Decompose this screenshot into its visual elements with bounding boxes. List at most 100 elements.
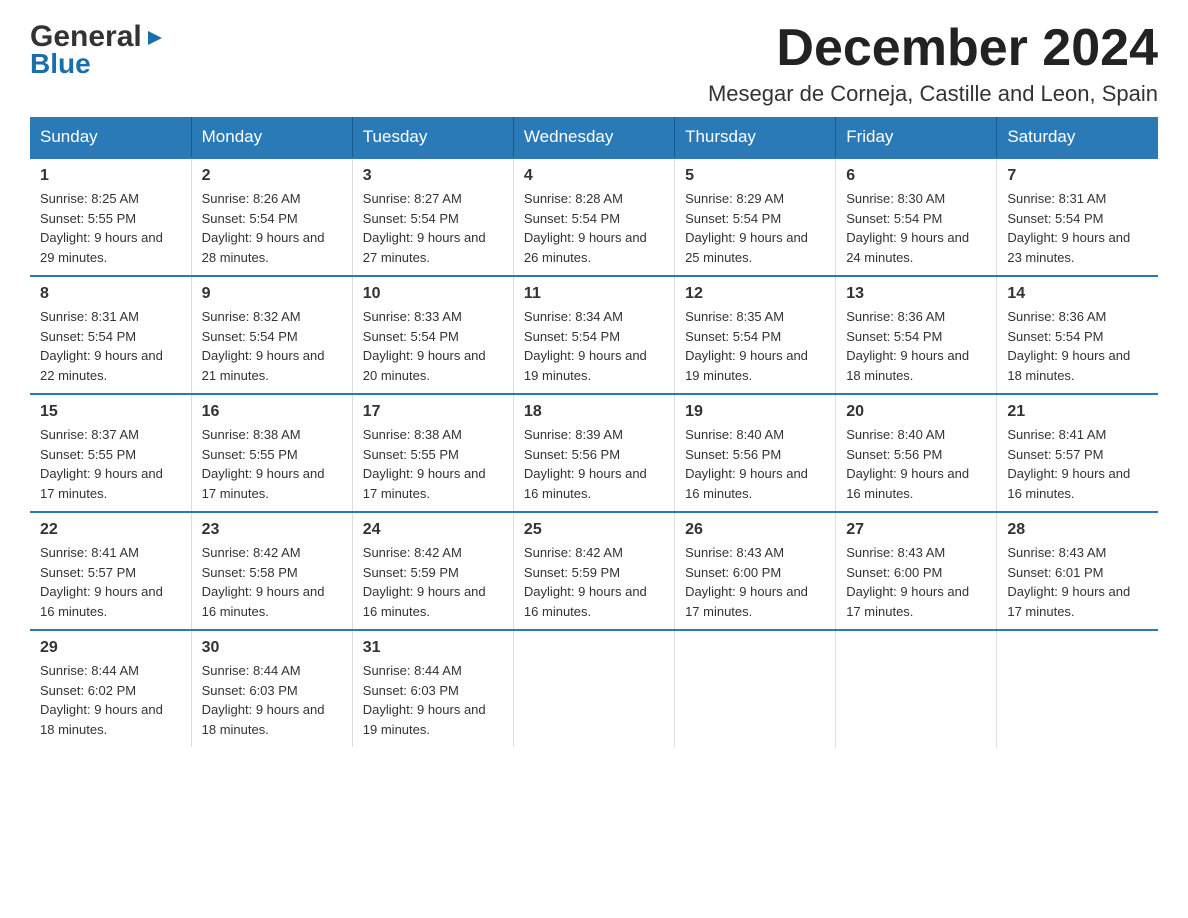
calendar-cell: 13 Sunrise: 8:36 AMSunset: 5:54 PMDayligh… (836, 276, 997, 394)
day-number: 19 (685, 403, 825, 421)
day-number: 2 (202, 167, 342, 185)
calendar-cell: 14 Sunrise: 8:36 AMSunset: 5:54 PMDayligh… (997, 276, 1158, 394)
day-info: Sunrise: 8:25 AMSunset: 5:55 PMDaylight:… (40, 189, 181, 267)
day-number: 22 (40, 521, 181, 539)
calendar-cell: 21Sunrise: 8:41 AMSunset: 5:57 PMDayligh… (997, 394, 1158, 512)
day-number: 18 (524, 403, 664, 421)
day-info: Sunrise: 8:42 AMSunset: 5:58 PMDaylight:… (202, 543, 342, 621)
day-number: 5 (685, 167, 825, 185)
day-info: Sunrise: 8:42 AMSunset: 5:59 PMDaylight:… (524, 543, 664, 621)
calendar-cell: 15Sunrise: 8:37 AMSunset: 5:55 PMDayligh… (30, 394, 191, 512)
day-info: Sunrise: 8:40 AMSunset: 5:56 PMDaylight:… (685, 425, 825, 503)
calendar-cell: 9 Sunrise: 8:32 AMSunset: 5:54 PMDaylight… (191, 276, 352, 394)
calendar-cell: 22Sunrise: 8:41 AMSunset: 5:57 PMDayligh… (30, 512, 191, 630)
weekday-header-thursday: Thursday (675, 117, 836, 158)
day-info: Sunrise: 8:27 AMSunset: 5:54 PMDaylight:… (363, 189, 503, 267)
weekday-header-tuesday: Tuesday (352, 117, 513, 158)
calendar-cell: 30 Sunrise: 8:44 AMSunset: 6:03 PMDayligh… (191, 630, 352, 747)
weekday-header-saturday: Saturday (997, 117, 1158, 158)
day-info: Sunrise: 8:44 AMSunset: 6:03 PMDaylight:… (363, 661, 503, 739)
calendar-cell: 2 Sunrise: 8:26 AMSunset: 5:54 PMDaylight… (191, 158, 352, 276)
logo-blue: Blue (30, 48, 91, 80)
day-info: Sunrise: 8:38 AMSunset: 5:55 PMDaylight:… (202, 425, 342, 503)
day-info: Sunrise: 8:36 AMSunset: 5:54 PMDaylight:… (1007, 307, 1148, 385)
day-number: 12 (685, 285, 825, 303)
page-header: General Blue December 2024 Mesegar de Co… (30, 20, 1158, 107)
calendar-cell: 1 Sunrise: 8:25 AMSunset: 5:55 PMDaylight… (30, 158, 191, 276)
day-number: 7 (1007, 167, 1148, 185)
day-info: Sunrise: 8:36 AMSunset: 5:54 PMDaylight:… (846, 307, 986, 385)
day-number: 31 (363, 639, 503, 657)
day-number: 25 (524, 521, 664, 539)
day-number: 4 (524, 167, 664, 185)
calendar-cell: 28Sunrise: 8:43 AMSunset: 6:01 PMDayligh… (997, 512, 1158, 630)
day-info: Sunrise: 8:39 AMSunset: 5:56 PMDaylight:… (524, 425, 664, 503)
weekday-header-sunday: Sunday (30, 117, 191, 158)
day-number: 20 (846, 403, 986, 421)
calendar-cell: 5 Sunrise: 8:29 AMSunset: 5:54 PMDaylight… (675, 158, 836, 276)
calendar-cell: 16 Sunrise: 8:38 AMSunset: 5:55 PMDayligh… (191, 394, 352, 512)
day-number: 6 (846, 167, 986, 185)
day-info: Sunrise: 8:32 AMSunset: 5:54 PMDaylight:… (202, 307, 342, 385)
day-number: 9 (202, 285, 342, 303)
calendar-cell: 27 Sunrise: 8:43 AMSunset: 6:00 PMDayligh… (836, 512, 997, 630)
calendar-cell: 25 Sunrise: 8:42 AMSunset: 5:59 PMDayligh… (513, 512, 674, 630)
calendar-week-3: 15Sunrise: 8:37 AMSunset: 5:55 PMDayligh… (30, 394, 1158, 512)
day-info: Sunrise: 8:43 AMSunset: 6:00 PMDaylight:… (685, 543, 825, 621)
calendar-table: SundayMondayTuesdayWednesdayThursdayFrid… (30, 117, 1158, 747)
day-info: Sunrise: 8:30 AMSunset: 5:54 PMDaylight:… (846, 189, 986, 267)
day-number: 13 (846, 285, 986, 303)
day-number: 1 (40, 167, 181, 185)
calendar-cell: 18 Sunrise: 8:39 AMSunset: 5:56 PMDayligh… (513, 394, 674, 512)
day-info: Sunrise: 8:29 AMSunset: 5:54 PMDaylight:… (685, 189, 825, 267)
weekday-header-monday: Monday (191, 117, 352, 158)
calendar-cell (997, 630, 1158, 747)
calendar-cell (513, 630, 674, 747)
day-number: 30 (202, 639, 342, 657)
day-number: 29 (40, 639, 181, 657)
month-title: December 2024 (708, 20, 1158, 77)
day-info: Sunrise: 8:28 AMSunset: 5:54 PMDaylight:… (524, 189, 664, 267)
calendar-cell: 10Sunrise: 8:33 AMSunset: 5:54 PMDayligh… (352, 276, 513, 394)
location-subtitle: Mesegar de Corneja, Castille and Leon, S… (708, 81, 1158, 107)
calendar-cell: 11 Sunrise: 8:34 AMSunset: 5:54 PMDayligh… (513, 276, 674, 394)
calendar-header: SundayMondayTuesdayWednesdayThursdayFrid… (30, 117, 1158, 158)
day-number: 3 (363, 167, 503, 185)
day-info: Sunrise: 8:26 AMSunset: 5:54 PMDaylight:… (202, 189, 342, 267)
day-info: Sunrise: 8:44 AMSunset: 6:03 PMDaylight:… (202, 661, 342, 739)
day-info: Sunrise: 8:42 AMSunset: 5:59 PMDaylight:… (363, 543, 503, 621)
calendar-week-2: 8Sunrise: 8:31 AMSunset: 5:54 PMDaylight… (30, 276, 1158, 394)
calendar-cell: 24 Sunrise: 8:42 AMSunset: 5:59 PMDayligh… (352, 512, 513, 630)
day-info: Sunrise: 8:43 AMSunset: 6:01 PMDaylight:… (1007, 543, 1148, 621)
calendar-cell: 19 Sunrise: 8:40 AMSunset: 5:56 PMDayligh… (675, 394, 836, 512)
day-info: Sunrise: 8:40 AMSunset: 5:56 PMDaylight:… (846, 425, 986, 503)
calendar-body: 1 Sunrise: 8:25 AMSunset: 5:55 PMDaylight… (30, 158, 1158, 747)
calendar-cell: 29Sunrise: 8:44 AMSunset: 6:02 PMDayligh… (30, 630, 191, 747)
day-info: Sunrise: 8:38 AMSunset: 5:55 PMDaylight:… (363, 425, 503, 503)
calendar-cell: 8Sunrise: 8:31 AMSunset: 5:54 PMDaylight… (30, 276, 191, 394)
day-number: 11 (524, 285, 664, 303)
day-info: Sunrise: 8:33 AMSunset: 5:54 PMDaylight:… (363, 307, 503, 385)
calendar-cell (675, 630, 836, 747)
day-number: 27 (846, 521, 986, 539)
day-number: 14 (1007, 285, 1148, 303)
day-info: Sunrise: 8:31 AMSunset: 5:54 PMDaylight:… (40, 307, 181, 385)
weekday-header-friday: Friday (836, 117, 997, 158)
calendar-week-1: 1 Sunrise: 8:25 AMSunset: 5:55 PMDaylight… (30, 158, 1158, 276)
day-number: 21 (1007, 403, 1148, 421)
day-number: 26 (685, 521, 825, 539)
logo-triangle-icon (144, 27, 166, 49)
weekday-row: SundayMondayTuesdayWednesdayThursdayFrid… (30, 117, 1158, 158)
day-number: 24 (363, 521, 503, 539)
day-number: 16 (202, 403, 342, 421)
calendar-cell: 17 Sunrise: 8:38 AMSunset: 5:55 PMDayligh… (352, 394, 513, 512)
calendar-cell: 3 Sunrise: 8:27 AMSunset: 5:54 PMDaylight… (352, 158, 513, 276)
calendar-cell: 23Sunrise: 8:42 AMSunset: 5:58 PMDayligh… (191, 512, 352, 630)
day-info: Sunrise: 8:43 AMSunset: 6:00 PMDaylight:… (846, 543, 986, 621)
calendar-cell (836, 630, 997, 747)
day-info: Sunrise: 8:34 AMSunset: 5:54 PMDaylight:… (524, 307, 664, 385)
day-info: Sunrise: 8:31 AMSunset: 5:54 PMDaylight:… (1007, 189, 1148, 267)
day-number: 17 (363, 403, 503, 421)
calendar-cell: 12Sunrise: 8:35 AMSunset: 5:54 PMDayligh… (675, 276, 836, 394)
title-section: December 2024 Mesegar de Corneja, Castil… (708, 20, 1158, 107)
